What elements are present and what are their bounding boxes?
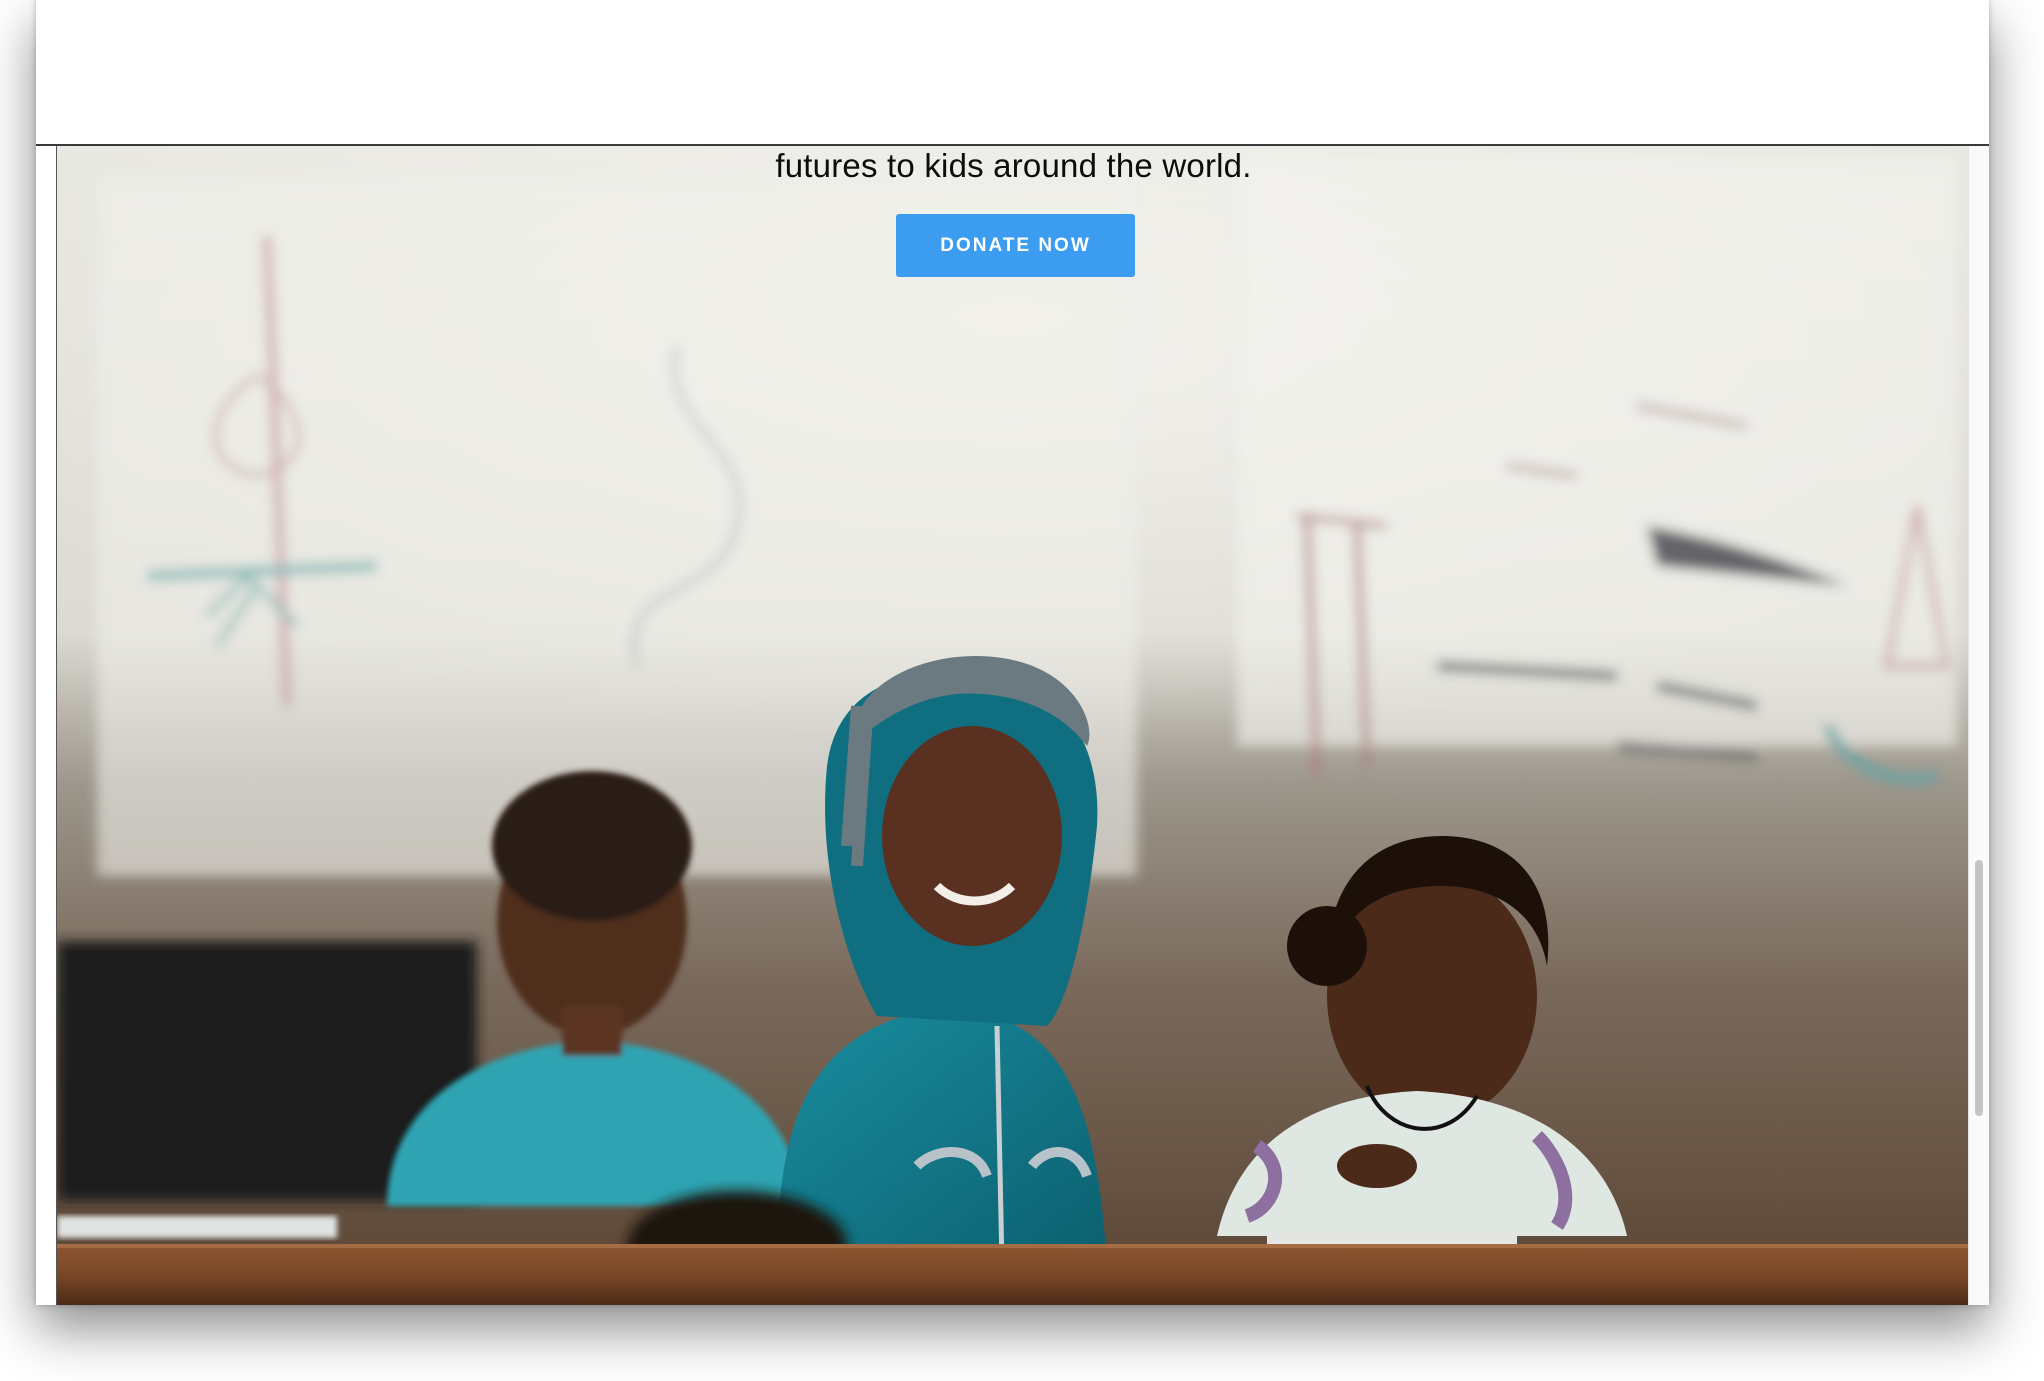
screen: futures to kids around the world. DONATE… — [0, 0, 2044, 1381]
hero-section: futures to kids around the world. DONATE… — [57, 146, 1970, 1305]
vertical-scrollbar[interactable] — [1968, 146, 1989, 1305]
hero-headline: futures to kids around the world. — [775, 147, 1252, 184]
hero-photo — [57, 146, 1970, 1305]
page-viewport[interactable]: futures to kids around the world. DONATE… — [56, 146, 1970, 1305]
browser-window: futures to kids around the world. DONATE… — [36, 0, 1989, 1305]
donate-now-button[interactable]: DONATE NOW — [896, 214, 1135, 277]
site-header — [36, 0, 1989, 146]
scrollbar-thumb[interactable] — [1975, 860, 1983, 1116]
